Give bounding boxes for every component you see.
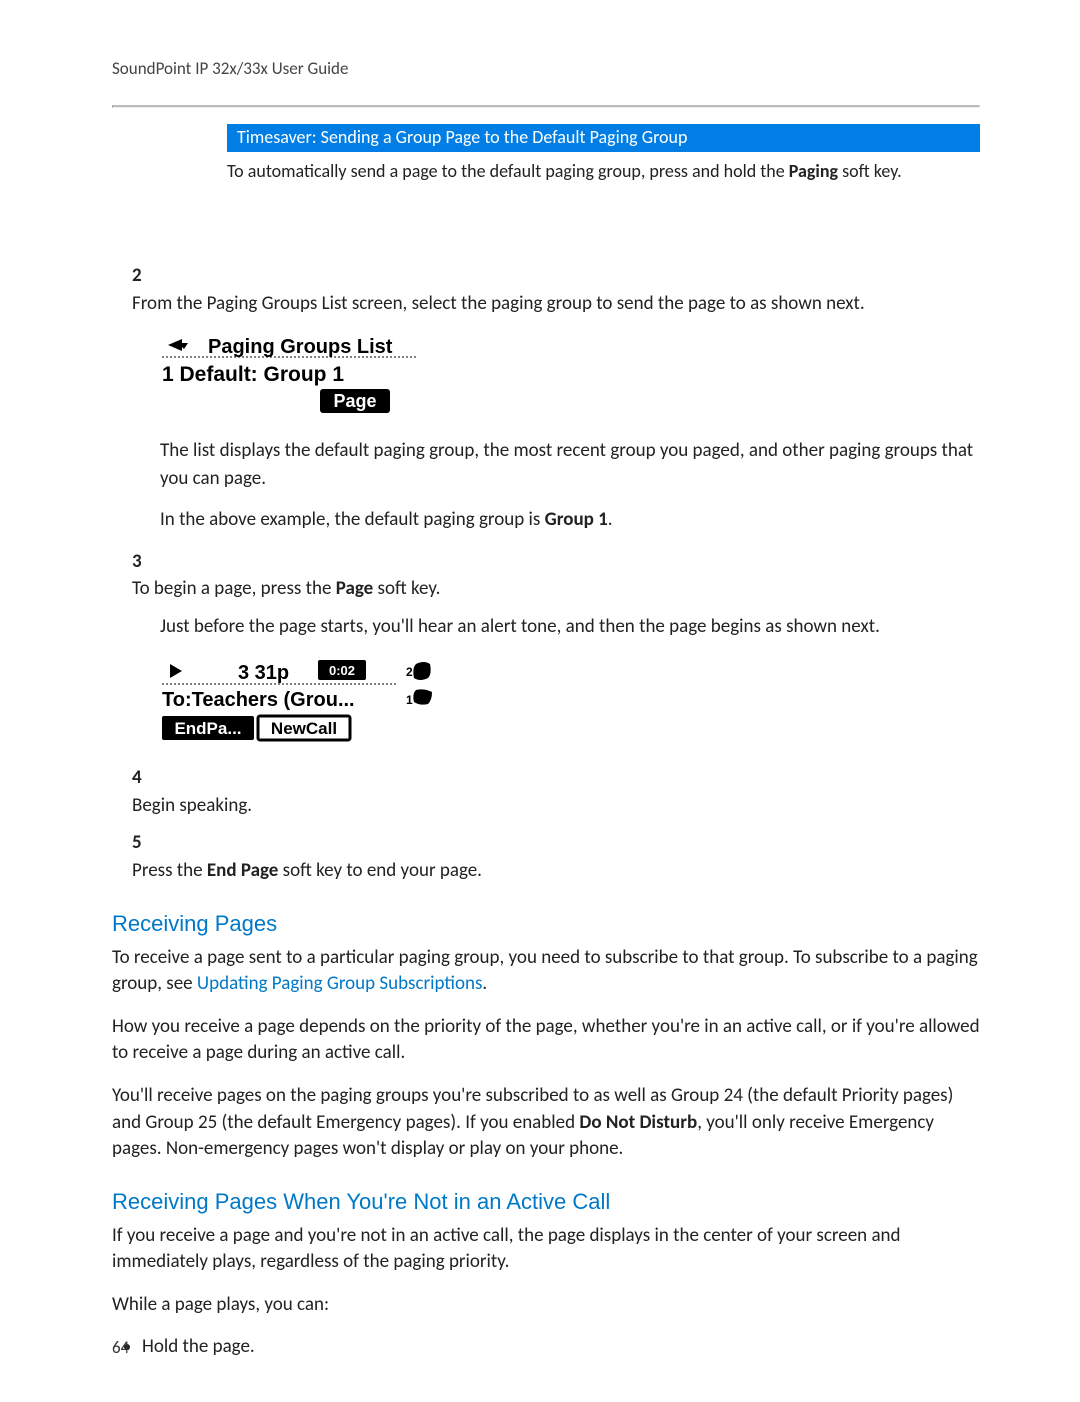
text: soft key to end your page.: [278, 859, 482, 882]
lcd-svg: Paging Groups List 1 Default: Group 1 Pa…: [160, 331, 420, 419]
document-page: SoundPoint IP 32x/33x User Guide Timesav…: [0, 0, 1080, 1402]
para: To receive a page sent to a particular p…: [112, 945, 980, 998]
text: .: [608, 508, 613, 531]
step-text: From the Paging Groups List screen, sele…: [132, 290, 948, 318]
figure-active-page: 3 31p 0:02 2 1 To:Teachers (Grou... EndP…: [160, 654, 980, 746]
lcd-timer: 0:02: [329, 663, 355, 678]
timesaver-body: To automatically send a page to the defa…: [227, 152, 980, 182]
text: .: [482, 972, 487, 995]
bullet-list: Hold the page.: [142, 1335, 980, 1358]
timesaver-body-pre: To automatically send a page to the defa…: [227, 160, 789, 182]
text: In the above example, the default paging…: [160, 508, 545, 531]
para: If you receive a page and you're not in …: [112, 1223, 980, 1276]
step-number: 5: [132, 829, 160, 857]
lcd-softkey-page: Page: [333, 391, 376, 411]
text-bold: Page: [336, 577, 374, 600]
step-2-cont-1: The list displays the default paging gro…: [160, 437, 980, 492]
timesaver-callout: Timesaver: Sending a Group Page to the D…: [227, 124, 980, 182]
step-2: 2 From the Paging Groups List screen, se…: [132, 262, 980, 317]
figure-paging-groups-list: Paging Groups List 1 Default: Group 1 Pa…: [160, 331, 980, 419]
text: Press the: [132, 859, 207, 882]
step-text: Press the End Page soft key to end your …: [132, 857, 948, 885]
text-bold: Do Not Disturb: [579, 1111, 697, 1134]
heading-receiving-not-active: Receiving Pages When You're Not in an Ac…: [112, 1189, 980, 1215]
step-number: 4: [132, 764, 160, 792]
timesaver-title-bar: Timesaver: Sending a Group Page to the D…: [227, 124, 980, 152]
step-5: 5 Press the End Page soft key to end you…: [132, 829, 980, 884]
text: soft key.: [373, 577, 440, 600]
step-3: 3 To begin a page, press the Page soft k…: [132, 548, 980, 603]
step-number: 2: [132, 262, 160, 290]
lcd-line1: 1 Default: Group 1: [162, 363, 344, 386]
lcd-sk-newcall: NewCall: [271, 719, 337, 738]
step-4: 4 Begin speaking.: [132, 764, 980, 819]
running-head: SoundPoint IP 32x/33x User Guide: [112, 58, 980, 79]
text-bold: End Page: [207, 859, 278, 882]
heading-receiving-pages: Receiving Pages: [112, 911, 980, 937]
phone-icon: [413, 690, 432, 705]
lcd-title: Paging Groups List: [208, 336, 393, 358]
step-number: 3: [132, 548, 160, 576]
step-text: Begin speaking.: [132, 792, 948, 820]
step-2-cont-2: In the above example, the default paging…: [160, 506, 980, 534]
link-updating-subscriptions[interactable]: Updating Paging Group Subscriptions: [197, 972, 482, 995]
phone-badge-1: 1: [406, 693, 413, 707]
header-rule: [112, 105, 980, 108]
lcd-sk-endpage: EndPa...: [174, 719, 241, 738]
step-text: To begin a page, press the Page soft key…: [132, 575, 948, 603]
text-bold: Group 1: [545, 508, 608, 531]
timesaver-body-post: soft key.: [838, 160, 902, 182]
para: You'll receive pages on the paging group…: [112, 1083, 980, 1163]
phone-badge-2: 2: [406, 665, 413, 679]
para: How you receive a page depends on the pr…: [112, 1014, 980, 1067]
page-number: 64: [112, 1337, 129, 1358]
step-3-cont: Just before the page starts, you'll hear…: [160, 613, 980, 641]
phone-icon: [413, 662, 430, 680]
timesaver-body-bold: Paging: [789, 160, 838, 182]
text: To begin a page, press the: [132, 577, 336, 600]
para: While a page plays, you can:: [112, 1292, 980, 1319]
lcd-svg-2: 3 31p 0:02 2 1 To:Teachers (Grou... EndP…: [160, 654, 450, 746]
lcd-line2: To:Teachers (Grou...: [162, 689, 355, 711]
lcd-time: 3 31p: [238, 662, 289, 684]
list-item: Hold the page.: [142, 1335, 980, 1358]
